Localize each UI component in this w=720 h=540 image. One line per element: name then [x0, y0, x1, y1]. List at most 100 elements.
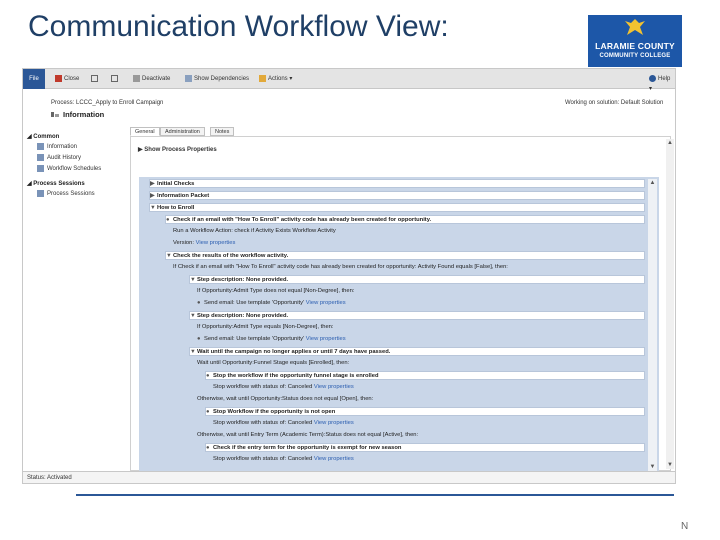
step-text: If Check if an email with "How To Enroll…: [173, 264, 508, 270]
help-icon: [649, 74, 656, 82]
nav-item-information[interactable]: Information: [37, 143, 77, 150]
workflow-step[interactable]: ▼Wait until the campaign no longer appli…: [189, 347, 645, 356]
workflow-step[interactable]: ▼Step description: None provided.: [189, 275, 645, 284]
college-logo: LARAMIE COUNTY COMMUNITY COLLEGE: [588, 15, 682, 67]
step-text: Otherwise, wait until Entry Term (Academ…: [197, 432, 419, 438]
show-process-properties-toggle[interactable]: ▶ Show Process Properties: [138, 146, 217, 153]
step-text: Stop workflow with status of: Canceled: [213, 420, 313, 426]
step-text: Check the results of the workflow activi…: [173, 253, 289, 259]
workflow-step-detail: Stop workflow with status of: Canceled V…: [213, 383, 645, 392]
workflow-step-detail: Wait until Opportunity:Funnel Stage equa…: [197, 359, 645, 368]
page-title: Information: [63, 110, 105, 119]
form-scrollbar[interactable]: ▲ ▼: [666, 139, 674, 469]
workflow-step[interactable]: ● Check if an email with "How To Enroll" …: [165, 215, 645, 224]
step-text: Stop workflow with status of: Canceled: [213, 456, 313, 462]
save-close-button[interactable]: Close: [55, 74, 79, 84]
triangle-right-icon: ▶: [150, 193, 155, 199]
tab-notes[interactable]: Notes: [210, 127, 235, 136]
step-text: Stop the workflow if the opportunity fun…: [213, 373, 379, 379]
workflow-schedules-icon: [37, 165, 44, 172]
scroll-up-icon[interactable]: ▲: [666, 139, 674, 147]
tab-general[interactable]: General: [130, 127, 160, 136]
process-sessions-icon: [37, 190, 44, 197]
view-properties-link[interactable]: View properties: [314, 456, 354, 462]
workflow-step-detail: Stop workflow with status of: Canceled V…: [213, 455, 645, 464]
triangle-down-icon: ▼: [190, 277, 196, 283]
process-icon: [51, 112, 59, 117]
view-properties-link[interactable]: View properties: [314, 420, 354, 426]
help-menu[interactable]: Help ▾: [649, 74, 675, 92]
workflow-step[interactable]: ▶ Initial Checks: [149, 179, 645, 188]
workflow-step-detail: If Opportunity:Admit Type does not equal…: [197, 287, 645, 296]
nav-item-process-sessions[interactable]: Process Sessions: [37, 190, 95, 197]
deactivate-button[interactable]: Deactivate: [133, 74, 170, 84]
chevron-down-icon: ▾: [289, 76, 293, 82]
view-properties-link[interactable]: View properties: [306, 336, 346, 342]
step-text: Stop workflow with status of: Canceled: [213, 384, 313, 390]
file-tab[interactable]: File: [23, 69, 45, 89]
workflow-step[interactable]: ● Stop the workflow if the opportunity fu…: [205, 371, 645, 380]
nav-section-common[interactable]: ◢ Common: [27, 133, 59, 140]
step-text: Initial Checks: [157, 181, 195, 187]
footer-rule: [76, 494, 674, 496]
steps-scrollbar[interactable]: ▲ ▼: [648, 179, 657, 471]
bullet-icon: ●: [197, 300, 201, 306]
nav-section-process-sessions[interactable]: ◢ Process Sessions: [27, 180, 85, 187]
slide-title: Communication Workflow View:: [28, 10, 449, 43]
tab-administration[interactable]: Administration: [160, 127, 205, 136]
chevron-down-icon: ◢: [27, 181, 32, 187]
step-text: Send email: Use template 'Opportunity': [204, 300, 305, 306]
bullet-icon: ●: [206, 445, 210, 451]
nav-item-audit-history[interactable]: Audit History: [37, 154, 81, 161]
dependencies-icon: [185, 74, 192, 82]
workflow-step[interactable]: ● Stop Workflow if the opportunity is not…: [205, 407, 645, 416]
triangle-down-icon: ▼: [190, 313, 196, 319]
workflow-step[interactable]: ▼How to Enroll: [149, 203, 645, 212]
step-text: If Opportunity:Admit Type equals [Non-De…: [197, 324, 334, 330]
step-text: Wait until the campaign no longer applie…: [197, 349, 391, 355]
deactivate-icon: [133, 74, 140, 82]
workflow-step[interactable]: ▼Step description: None provided.: [189, 311, 645, 320]
step-text: Information Packet: [157, 193, 210, 199]
step-text: Check if an email with "How To Enroll" a…: [173, 217, 432, 223]
workflow-step-detail: If Opportunity:Admit Type equals [Non-De…: [197, 323, 645, 332]
triangle-right-icon: ▶: [138, 147, 143, 153]
nav-item-workflow-schedules[interactable]: Workflow Schedules: [37, 165, 101, 172]
step-text: Run a Workflow Action: check if Activity…: [173, 228, 336, 234]
delete-button[interactable]: [111, 74, 120, 84]
workflow-step[interactable]: ● Check if the entry term for the opportu…: [205, 443, 645, 452]
step-text: Version:: [173, 240, 194, 246]
copy-button[interactable]: [91, 74, 100, 84]
information-icon: [37, 143, 44, 150]
scroll-down-icon[interactable]: ▼: [648, 463, 657, 471]
eagle-logo-icon: [625, 19, 645, 35]
workflow-step-detail: Version: View properties: [173, 239, 645, 248]
logo-subname: COMMUNITY COLLEGE: [599, 53, 671, 59]
scroll-up-icon[interactable]: ▲: [648, 179, 657, 187]
step-text: Step description: None provided.: [197, 277, 289, 283]
step-text: Check if the entry term for the opportun…: [213, 445, 402, 451]
save-close-icon: [55, 74, 62, 82]
view-properties-link[interactable]: View properties: [196, 240, 236, 246]
show-dependencies-button[interactable]: Show Dependencies: [185, 74, 249, 84]
triangle-down-icon: ▼: [166, 253, 172, 259]
actions-menu[interactable]: Actions ▾: [259, 74, 292, 84]
step-text: If Opportunity:Admit Type does not equal…: [197, 288, 355, 294]
view-properties-link[interactable]: View properties: [306, 300, 346, 306]
workflow-step-detail: If Check if an email with "How To Enroll…: [173, 263, 645, 272]
actions-icon: [259, 74, 266, 82]
page-number: N: [681, 521, 689, 532]
scroll-down-icon[interactable]: ▼: [666, 461, 674, 469]
view-properties-link[interactable]: View properties: [314, 384, 354, 390]
step-text: Stop Workflow if the opportunity is not …: [213, 409, 336, 415]
audit-history-icon: [37, 154, 44, 161]
chevron-down-icon: ◢: [27, 134, 32, 140]
step-text: Wait until Opportunity:Funnel Stage equa…: [197, 360, 350, 366]
workflow-step[interactable]: ▶ Information Packet: [149, 191, 645, 200]
workflow-step[interactable]: ▼Check the results of the workflow activ…: [165, 251, 645, 260]
workflow-step-detail: Otherwise, wait until Entry Term (Academ…: [197, 431, 645, 440]
workflow-step-detail: Run a Workflow Action: check if Activity…: [173, 227, 645, 236]
workflow-steps-editor: ▶ Initial Checks ▶ Information Packet ▼How t…: [139, 177, 659, 471]
copy-icon: [91, 74, 98, 82]
bullet-icon: ●: [166, 217, 170, 223]
